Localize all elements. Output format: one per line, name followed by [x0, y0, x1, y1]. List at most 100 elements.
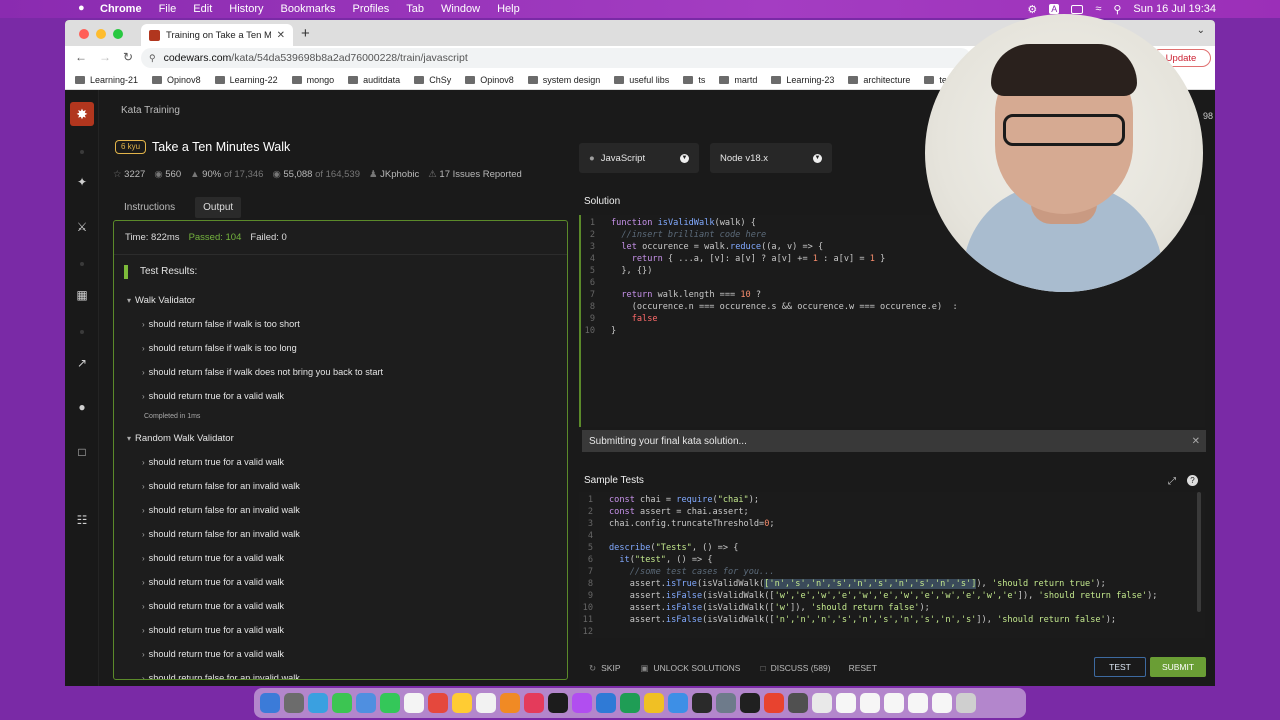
chevron-down-icon[interactable]: ⌄ [1197, 25, 1205, 36]
expand-icon[interactable]: ⤢ [1168, 476, 1176, 487]
codewars-logo-icon[interactable]: ✸ [70, 102, 94, 126]
scrollbar[interactable] [1197, 492, 1201, 612]
dock-app-icon[interactable] [836, 693, 856, 713]
test-case[interactable]: › should return false for an invalid walk [142, 481, 300, 491]
search-icon[interactable]: ⚲ [1113, 3, 1121, 16]
test-case[interactable]: › should return false if walk is too shor… [142, 319, 300, 329]
menu-window[interactable]: Window [441, 3, 480, 15]
chat-icon[interactable]: □ [74, 445, 90, 459]
kumite-icon[interactable]: ⚔ [74, 220, 90, 234]
trending-icon[interactable]: ↗ [74, 356, 90, 370]
dock-app-icon[interactable] [284, 693, 304, 713]
dock-app-icon[interactable] [956, 693, 976, 713]
dock-app-icon[interactable] [452, 693, 472, 713]
dock-app-icon[interactable] [476, 693, 496, 713]
bookmark-item[interactable]: ChSy [414, 75, 451, 85]
dock-app-icon[interactable] [812, 693, 832, 713]
dock-app-icon[interactable] [932, 693, 952, 713]
test-group-random-walk-validator[interactable]: ▾ Random Walk Validator [127, 433, 234, 444]
test-case[interactable]: › should return false for an invalid walk [142, 529, 300, 539]
skip-button[interactable]: ↻ SKIP [589, 663, 621, 674]
stars-stat[interactable]: ☆ 3227 [113, 169, 145, 180]
dock-app-icon[interactable] [620, 693, 640, 713]
gear-icon[interactable]: ⚙ [1027, 3, 1037, 16]
bookmark-item[interactable]: martd [719, 75, 757, 85]
bookmark-item[interactable]: system design [527, 75, 600, 85]
issues-stat[interactable]: ⚠ 17 Issues Reported [428, 169, 522, 180]
dock-app-icon[interactable] [404, 693, 424, 713]
input-source-icon[interactable]: A [1049, 4, 1060, 14]
dock-app-icon[interactable] [428, 693, 448, 713]
menubar-app-name[interactable]: Chrome [100, 3, 142, 15]
sample-tests-code[interactable]: const chai = require("chai"); const asse… [609, 494, 1157, 626]
bookmark-item[interactable]: Opinov8 [152, 75, 201, 85]
discuss-button[interactable]: □ DISCUSS (589) [760, 663, 830, 673]
dock-app-icon[interactable] [788, 693, 808, 713]
practice-icon[interactable]: ✦ [74, 175, 90, 189]
bookmark-item[interactable]: useful libs [614, 75, 669, 85]
menu-edit[interactable]: Edit [193, 3, 212, 15]
dock-app-icon[interactable] [740, 693, 760, 713]
address-bar[interactable]: ⚲ codewars.com/kata/54da539698b8a2ad7600… [141, 48, 971, 68]
dock-app-icon[interactable] [548, 693, 568, 713]
test-case[interactable]: › should return false for an invalid walk [142, 673, 300, 679]
test-group-walk-validator[interactable]: ▾ Walk Validator [127, 295, 195, 306]
test-case[interactable]: › should return true for a valid walk [142, 601, 284, 611]
menu-profiles[interactable]: Profiles [353, 3, 390, 15]
sample-tests-editor[interactable]: 1 2 3 4 5 6 7 8 9 10 11 12 const chai = … [579, 492, 1205, 638]
close-tab-icon[interactable]: ✕ [277, 30, 285, 41]
test-case[interactable]: › should return false if walk does not br… [142, 367, 383, 377]
bookmark-item[interactable]: mongo [291, 75, 334, 85]
bookmark-item[interactable]: architecture [848, 75, 910, 85]
new-tab-button[interactable]: + [301, 25, 310, 42]
dock-app-icon[interactable] [884, 693, 904, 713]
help-icon[interactable]: ? [1187, 475, 1198, 486]
menu-bookmarks[interactable]: Bookmarks [281, 3, 336, 15]
dock-app-icon[interactable] [764, 693, 784, 713]
battery-icon[interactable] [1071, 4, 1084, 14]
bookmark-item[interactable]: ts [683, 75, 705, 85]
back-icon[interactable]: ← [75, 50, 87, 64]
author-stat[interactable]: ♟ JKphobic [369, 169, 419, 180]
test-case[interactable]: › should return false if walk is too long [142, 343, 297, 353]
solution-code[interactable]: function isValidWalk(walk) { //insert br… [611, 217, 958, 337]
unlock-solutions-button[interactable]: ▣ UNLOCK SOLUTIONS [641, 663, 741, 674]
test-case[interactable]: › should return true for a valid walk [142, 457, 284, 467]
minimize-window-button[interactable] [96, 29, 106, 39]
dock-app-icon[interactable] [644, 693, 664, 713]
reload-icon[interactable]: ↻ [123, 50, 133, 64]
dock-app-icon[interactable] [524, 693, 544, 713]
menu-history[interactable]: History [229, 3, 263, 15]
test-button[interactable]: TEST [1094, 657, 1146, 677]
menubar-clock[interactable]: Sun 16 Jul 19:34 [1133, 3, 1216, 15]
close-window-button[interactable] [79, 29, 89, 39]
apple-icon[interactable]: ● [78, 2, 85, 14]
site-info-icon[interactable]: ⚲ [149, 53, 156, 64]
dock-app-icon[interactable] [596, 693, 616, 713]
menu-tab[interactable]: Tab [406, 3, 424, 15]
discord-icon[interactable]: ● [74, 400, 90, 414]
close-icon[interactable]: ✕ [1192, 436, 1200, 447]
dock-app-icon[interactable] [860, 693, 880, 713]
dock-app-icon[interactable] [260, 693, 280, 713]
dock-app-icon[interactable] [332, 693, 352, 713]
browser-tab-active[interactable]: Training on Take a Ten Minutes ✕ [141, 24, 293, 46]
test-case[interactable]: › should return true for a valid walk [142, 391, 284, 401]
dock-app-icon[interactable] [716, 693, 736, 713]
briefcase-icon[interactable]: ▦ [74, 288, 90, 302]
language-select[interactable]: ● JavaScript ▼ [579, 143, 699, 173]
dock-app-icon[interactable] [500, 693, 520, 713]
bookmark-item[interactable]: Learning-21 [75, 75, 138, 85]
bookmark-item[interactable]: Opinov8 [465, 75, 514, 85]
dock-app-icon[interactable] [692, 693, 712, 713]
wifi-icon[interactable]: ≈ [1095, 3, 1101, 15]
reset-button[interactable]: RESET [849, 663, 877, 673]
dock-app-icon[interactable] [572, 693, 592, 713]
menu-file[interactable]: File [159, 3, 177, 15]
test-case[interactable]: › should return true for a valid walk [142, 577, 284, 587]
bookmark-item[interactable]: Learning-23 [771, 75, 834, 85]
tab-output[interactable]: Output [195, 197, 242, 218]
dock-app-icon[interactable] [380, 693, 400, 713]
bookmark-item[interactable]: auditdata [348, 75, 400, 85]
submit-button[interactable]: SUBMIT [1150, 657, 1206, 677]
